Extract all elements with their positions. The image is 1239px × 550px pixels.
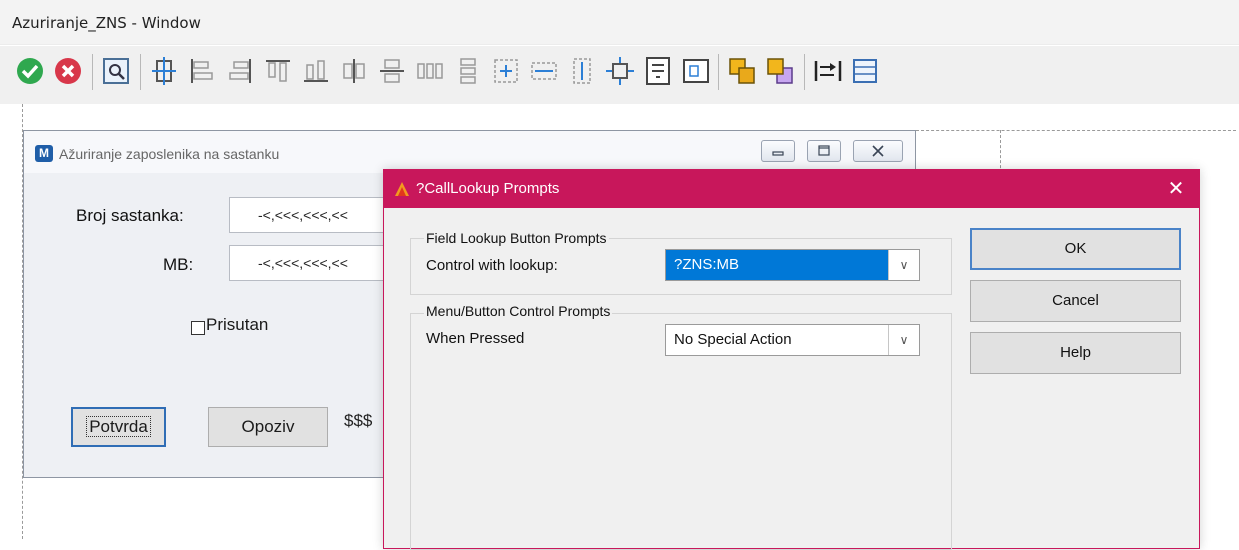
calllookup-prompts-dialog[interactable]: ?CallLookup Prompts ✕ Field Lookup Butto…: [383, 169, 1200, 550]
broj-sastanka-label: Broj sastanka:: [76, 206, 184, 225]
potvrda-label: Potvrda: [86, 416, 151, 437]
broj-sastanka-input[interactable]: -<,<<<,<<<,<<: [229, 197, 409, 233]
align-right-icon[interactable]: [224, 55, 256, 87]
when-pressed-value: No Special Action: [674, 331, 792, 348]
tab-order-arrow-icon[interactable]: [812, 55, 844, 87]
dialog-title: ?CallLookup Prompts: [416, 180, 560, 197]
cancel-button[interactable]: Cancel: [970, 280, 1181, 322]
cancel-icon[interactable]: [52, 55, 84, 87]
align-bottom-icon[interactable]: [300, 55, 332, 87]
prisutan-checkbox[interactable]: [191, 321, 205, 335]
opoziv-button[interactable]: Opoziv: [208, 407, 328, 447]
center-vertical-icon[interactable]: [376, 55, 408, 87]
app-triangle-icon: [395, 182, 409, 196]
close-icon: [872, 145, 884, 157]
dimensions-icon[interactable]: [680, 55, 712, 87]
control-with-lookup-label: Control with lookup:: [426, 257, 558, 274]
help-button[interactable]: Help: [970, 332, 1181, 374]
make-same-height-icon[interactable]: [566, 55, 598, 87]
mb-input[interactable]: -<,<<<,<<<,<<: [229, 245, 409, 281]
when-pressed-select[interactable]: No Special Action ∨: [665, 324, 920, 356]
maximize-button[interactable]: [807, 140, 841, 162]
send-to-back-icon[interactable]: [764, 55, 796, 87]
spread-vertical-icon[interactable]: [452, 55, 484, 87]
prisutan-label: Prisutan: [206, 315, 269, 334]
tab-order-icon[interactable]: [642, 55, 674, 87]
dollar-string-label: $$$: [344, 411, 373, 430]
form-title-bar: M Ažuriranje zaposlenika na sastanku: [24, 131, 915, 173]
minimize-button[interactable]: [761, 140, 795, 162]
minimize-icon: [772, 151, 784, 156]
app-logo-icon: M: [35, 145, 53, 162]
maximize-icon: [818, 145, 830, 156]
bring-to-front-icon[interactable]: [726, 55, 758, 87]
make-same-width-icon[interactable]: [528, 55, 560, 87]
align-top-icon[interactable]: [262, 55, 294, 87]
chevron-down-icon[interactable]: ∨: [888, 250, 919, 280]
field-lookup-group-title: Field Lookup Button Prompts: [424, 230, 609, 246]
preview-icon[interactable]: [100, 55, 132, 87]
spread-horizontal-icon[interactable]: [414, 55, 446, 87]
center-in-window-icon[interactable]: [604, 55, 636, 87]
when-pressed-label: When Pressed: [426, 330, 525, 347]
ok-icon[interactable]: [14, 55, 46, 87]
designer-title-bar: Azuriranje_ZNS - Window: [0, 0, 1239, 45]
grid-icon[interactable]: [850, 55, 882, 87]
toolbar: [0, 46, 1239, 104]
mb-label: MB:: [163, 255, 194, 274]
control-with-lookup-value: ?ZNS:MB: [666, 250, 890, 280]
dialog-title-bar: ?CallLookup Prompts ✕: [384, 170, 1199, 208]
center-horizontal-icon[interactable]: [338, 55, 370, 87]
designer-title: Azuriranje_ZNS - Window: [12, 14, 201, 32]
form-close-button[interactable]: [853, 140, 903, 162]
chevron-down-icon[interactable]: ∨: [888, 325, 919, 355]
potvrda-button[interactable]: Potvrda: [71, 407, 166, 447]
form-title: Ažuriranje zaposlenika na sastanku: [59, 146, 280, 162]
dialog-close-icon[interactable]: ✕: [1165, 176, 1187, 201]
align-left-icon[interactable]: [186, 55, 218, 87]
align-center-icon[interactable]: [148, 55, 180, 87]
menu-button-group-title: Menu/Button Control Prompts: [424, 303, 613, 319]
make-same-size-icon[interactable]: [490, 55, 522, 87]
ok-button[interactable]: OK: [970, 228, 1181, 270]
control-with-lookup-select[interactable]: ?ZNS:MB ∨: [665, 249, 920, 281]
